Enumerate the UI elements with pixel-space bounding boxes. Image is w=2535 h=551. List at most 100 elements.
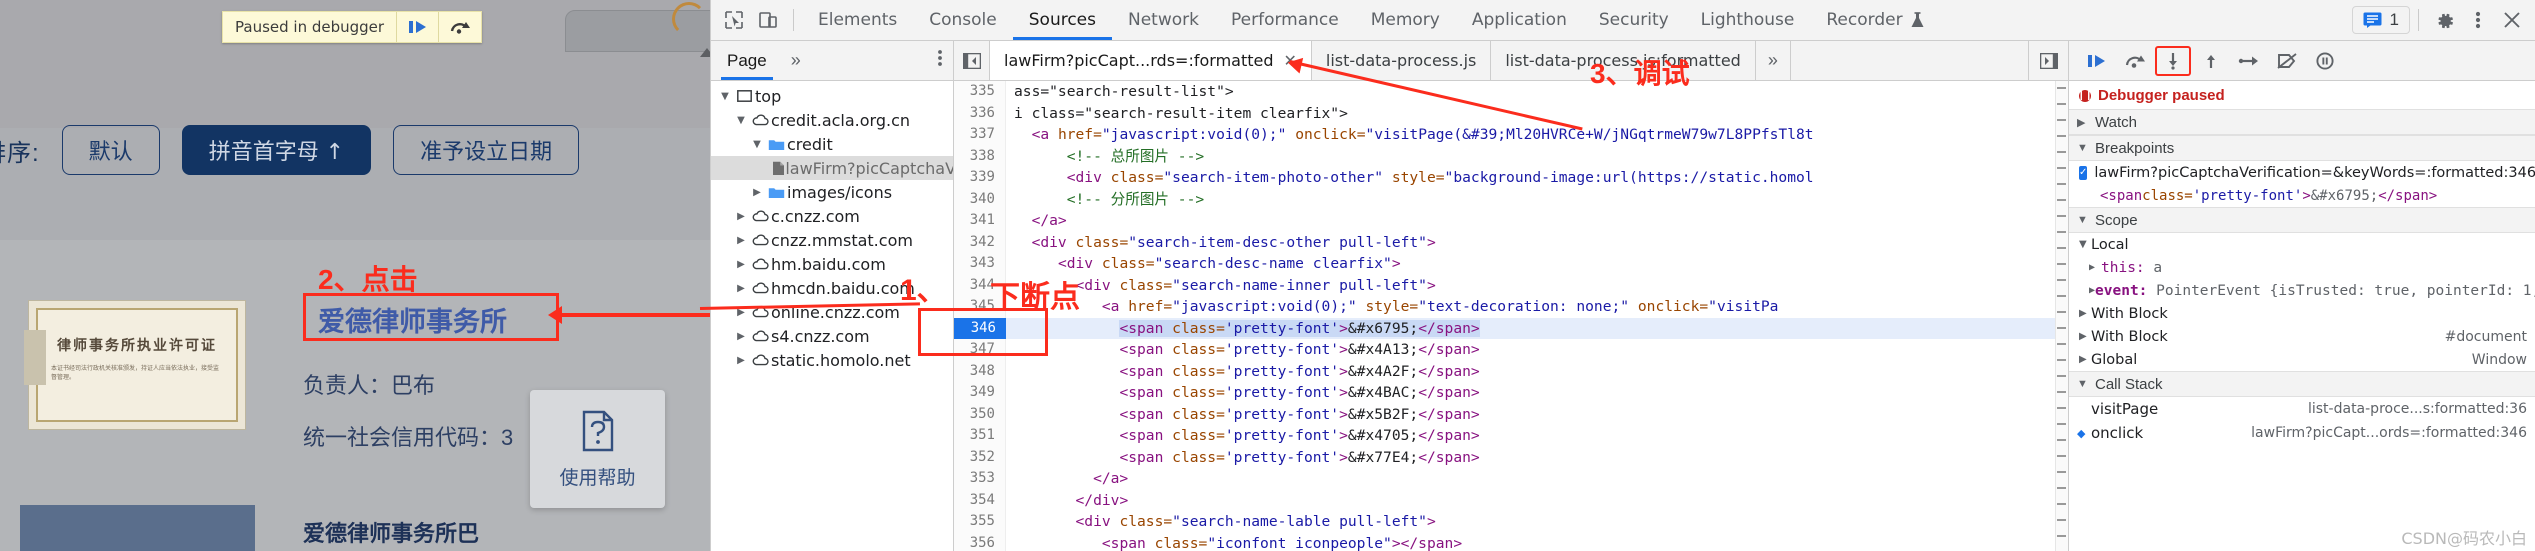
twisty-icon[interactable]: ▼: [717, 91, 733, 102]
tree-item-top[interactable]: ▼ top: [711, 84, 953, 108]
scope-global[interactable]: ▶ Global Window: [2069, 348, 2535, 371]
twisty-icon[interactable]: ▶: [749, 187, 765, 198]
show-navigator-button[interactable]: [954, 41, 990, 80]
sort-pinyin-button[interactable]: 拼音首字母 ↑: [181, 125, 372, 175]
code-line-content[interactable]: </a>: [1006, 468, 1128, 490]
tree-item-credit-acla[interactable]: ▼ credit.acla.org.cn: [711, 108, 953, 132]
code-line-number[interactable]: 354: [954, 489, 1006, 511]
sort-date-button[interactable]: 准予设立日期: [393, 125, 580, 175]
code-line-number[interactable]: 350: [954, 403, 1006, 425]
twisty-icon[interactable]: ▶: [733, 235, 749, 246]
breakpoint-checkbox[interactable]: ✓: [2079, 165, 2088, 180]
code-line-content[interactable]: ass="search-result-list">: [1006, 81, 1234, 103]
source-code-editor[interactable]: 335 ass="search-result-list"> 336 i class="…: [954, 81, 2068, 551]
code-line[interactable]: 355 <div class="search-name-lable pull-l…: [954, 511, 2055, 533]
code-line[interactable]: 352 <span class='pretty-font'>&#x77E4;</…: [954, 446, 2055, 469]
code-line-number[interactable]: 348: [954, 360, 1006, 382]
code-line-number[interactable]: 342: [954, 231, 1006, 253]
code-line-content[interactable]: </a>: [1006, 210, 1067, 232]
scope-entry-this[interactable]: ▶ this: a: [2069, 256, 2535, 279]
code-line-number[interactable]: 339: [954, 167, 1006, 189]
twisty-icon[interactable]: ▼: [733, 115, 749, 126]
twisty-icon[interactable]: ▶: [733, 331, 749, 342]
code-line[interactable]: 336 i class="search-result-item clearfix"…: [954, 102, 2055, 125]
twisty-icon[interactable]: ▶: [733, 283, 749, 294]
section-call-stack[interactable]: ▼ Call Stack: [2069, 371, 2535, 397]
code-line[interactable]: 351 <span class='pretty-font'>&#x4705;</…: [954, 425, 2055, 447]
tab-elements[interactable]: Elements: [802, 0, 913, 40]
section-watch[interactable]: ▶ Watch: [2069, 109, 2535, 135]
code-line-number[interactable]: 352: [954, 446, 1006, 468]
code-line-content[interactable]: <!-- 分所图片 -->: [1006, 189, 1204, 211]
code-line[interactable]: 344 <div class="search-name-inner pull-l…: [954, 274, 2055, 296]
code-line[interactable]: 345 <a href="javascript:void(0);" style=…: [954, 296, 2055, 318]
code-line-number[interactable]: 341: [954, 210, 1006, 232]
call-stack-row-visitpage[interactable]: visitPage list-data-proce...s:formatted:…: [2069, 397, 2535, 421]
code-line-content[interactable]: <span class='pretty-font'>&#x4A2F;</span…: [1006, 361, 1479, 383]
code-line-content[interactable]: <span class='pretty-font'>&#x77E4;</span…: [1006, 447, 1479, 469]
code-line[interactable]: 342 <div class="search-item-desc-other p…: [954, 231, 2055, 254]
code-line-content[interactable]: </div>: [1006, 490, 1129, 512]
license-thumbnail[interactable]: 律师事务所执业许可证 本证书经司法行政机关核准颁发，持证人应当依法执业，接受监督…: [28, 300, 246, 430]
code-line-content[interactable]: <a href="javascript:void(0);" style="tex…: [1006, 296, 1779, 318]
tree-item-cnzz-mmstat[interactable]: ▶ cnzz.mmstat.com: [711, 228, 953, 252]
tree-item-s4-cnzz[interactable]: ▶ s4.cnzz.com: [711, 324, 953, 348]
code-line-content[interactable]: <span class='pretty-font'>&#x4BAC;</span…: [1006, 382, 1479, 404]
tab-sources[interactable]: Sources: [1013, 0, 1112, 40]
code-line-content[interactable]: <div class="search-name-lable pull-left"…: [1006, 511, 1436, 533]
code-line[interactable]: 353 </a>: [954, 468, 2055, 490]
code-line-number[interactable]: 336: [954, 102, 1006, 124]
resume-script-execution-button[interactable]: [2079, 46, 2115, 76]
scope-entry-event[interactable]: ▶ event: PointerEvent {isTrusted: true, …: [2069, 279, 2535, 302]
step-into-next-function-button[interactable]: [2155, 45, 2191, 76]
tab-security[interactable]: Security: [1583, 0, 1685, 40]
inspect-element-button[interactable]: [717, 5, 751, 35]
twisty-icon[interactable]: ▶: [733, 211, 749, 222]
code-line[interactable]: 354 </div>: [954, 489, 2055, 512]
code-line[interactable]: 350 <span class='pretty-font'>&#x5B2F;</…: [954, 403, 2055, 425]
code-line[interactable]: 340 <!-- 分所图片 -->: [954, 188, 2055, 211]
navigator-tab-page[interactable]: Page: [721, 41, 773, 80]
editor-scrollbar[interactable]: [2055, 81, 2068, 551]
deactivate-breakpoints-button[interactable]: [2269, 46, 2305, 76]
code-line-number[interactable]: 337: [954, 124, 1006, 146]
code-line-content[interactable]: i class="search-result-item clearfix">: [1006, 103, 1348, 125]
tree-item-c-cnzz[interactable]: ▶ c.cnzz.com: [711, 204, 953, 228]
scroll-up-arrow-icon[interactable]: [700, 48, 710, 57]
tab-memory[interactable]: Memory: [1355, 0, 1456, 40]
navigator-menu-button[interactable]: [937, 49, 943, 73]
step-over-next-function-button[interactable]: [2117, 46, 2153, 76]
code-line[interactable]: 343 <div class="search-desc-name clearfi…: [954, 253, 2055, 275]
pause-on-exceptions-button[interactable]: [2307, 46, 2343, 76]
code-line[interactable]: 337 <a href="javascript:void(0);" onclic…: [954, 124, 2055, 146]
tab-recorder[interactable]: Recorder: [1810, 0, 1940, 40]
code-line[interactable]: 347 <span class='pretty-font'>&#x4A13;</…: [954, 339, 2055, 361]
help-floating-button[interactable]: 使用帮助: [530, 390, 665, 508]
issues-counter-button[interactable]: 1: [2351, 6, 2410, 34]
tree-item-static-homolo[interactable]: ▶ static.homolo.net: [711, 348, 953, 372]
code-line-number[interactable]: 353: [954, 468, 1006, 490]
step-out-of-function-button[interactable]: [2193, 46, 2229, 76]
twisty-icon[interactable]: ▶: [733, 355, 749, 366]
tab-application[interactable]: Application: [1456, 0, 1583, 40]
code-line[interactable]: 348 <span class='pretty-font'>&#x4A2F;</…: [954, 360, 2055, 383]
code-line-number[interactable]: 356: [954, 532, 1006, 551]
code-line[interactable]: 349 <span class='pretty-font'>&#x4BAC;</…: [954, 382, 2055, 404]
tab-network[interactable]: Network: [1112, 0, 1215, 40]
more-options-button[interactable]: [2461, 5, 2495, 35]
scope-local-header[interactable]: ▼ Local: [2069, 233, 2535, 256]
code-line-number[interactable]: 351: [954, 425, 1006, 447]
step-button[interactable]: [2231, 46, 2267, 76]
scope-with-block-2[interactable]: ▶ With Block #document: [2069, 325, 2535, 348]
code-line[interactable]: 335 ass="search-result-list">: [954, 81, 2055, 103]
section-scope[interactable]: ▼ Scope: [2069, 207, 2535, 233]
twisty-icon[interactable]: ▶: [733, 259, 749, 270]
toggle-device-toolbar-button[interactable]: [751, 5, 785, 35]
code-line-content[interactable]: <div class="search-item-desc-other pull-…: [1006, 232, 1436, 254]
navigator-more-tabs[interactable]: »: [791, 50, 801, 71]
tab-lighthouse[interactable]: Lighthouse: [1685, 0, 1811, 40]
editor-tabs-overflow-button[interactable]: »: [1756, 41, 1791, 80]
section-breakpoints[interactable]: ▼ Breakpoints: [2069, 135, 2535, 161]
code-line-number[interactable]: 355: [954, 511, 1006, 533]
bottom-result-title[interactable]: 爱德律师事务所巴: [303, 516, 479, 548]
